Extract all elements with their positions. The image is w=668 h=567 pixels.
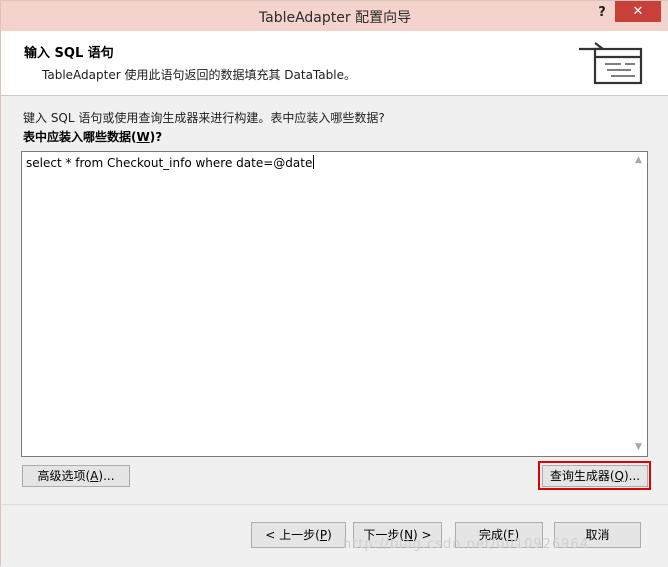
query-builder-button[interactable]: 查询生成器(Q)... — [542, 465, 648, 487]
sql-textarea[interactable]: select * from Checkout_info where date=@… — [21, 151, 648, 457]
sql-text: select * from Checkout_info where date=@… — [26, 155, 315, 170]
page-title: 输入 SQL 语句 — [24, 46, 114, 61]
page-subtitle: TableAdapter 使用此语句返回的数据填充其 DataTable。 — [42, 68, 356, 82]
scroll-up-icon[interactable]: ▲ — [630, 152, 647, 169]
scroll-down-icon[interactable]: ▼ — [630, 439, 647, 456]
close-icon: ✕ — [632, 4, 644, 19]
watermark-text: http://blog.csdn.net/u010926964 — [343, 537, 589, 552]
window-title: TableAdapter 配置向导 — [258, 10, 412, 26]
wizard-header: 输入 SQL 语句 TableAdapter 使用此语句返回的数据填充其 Dat… — [1, 31, 668, 96]
title-bar[interactable]: TableAdapter 配置向导 ? ✕ — [1, 1, 668, 31]
advanced-options-button[interactable]: 高级选项(A)... — [22, 465, 130, 487]
wizard-data-icon — [579, 42, 643, 85]
vertical-scrollbar[interactable]: ▲ ▼ — [630, 152, 647, 456]
text-caret — [313, 155, 315, 169]
instruction-text: 键入 SQL 语句或使用查询生成器来进行构建。表中应装入哪些数据? — [23, 111, 385, 125]
sql-field-label: 表中应装入哪些数据(W)? — [23, 130, 163, 144]
wizard-window: TableAdapter 配置向导 ? ✕ 输入 SQL 语句 TableAda… — [0, 0, 668, 567]
close-button[interactable]: ✕ — [615, 1, 661, 22]
footer-divider — [1, 504, 668, 505]
previous-button[interactable]: < 上一步(P) — [251, 522, 346, 548]
help-button[interactable]: ? — [590, 3, 614, 23]
